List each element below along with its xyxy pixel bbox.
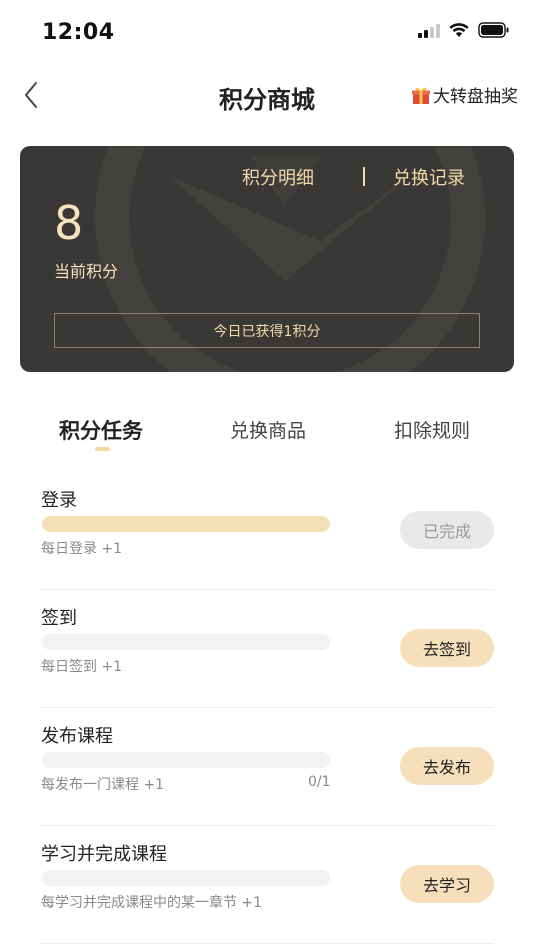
task-item-publish-course: 发布课程 每发布一门课程 +1 0/1 去发布 xyxy=(40,708,494,826)
task-description: 每学习并完成课程中的某一章节 +1 xyxy=(41,895,263,911)
task-progress-bar xyxy=(42,870,330,886)
task-title: 发布课程 xyxy=(41,726,113,747)
task-progress-fill xyxy=(42,516,330,532)
task-title: 签到 xyxy=(41,608,77,629)
task-progress-bar xyxy=(42,752,330,768)
tab-exchange-goods[interactable]: 兑换商品 xyxy=(230,416,306,443)
card-divider xyxy=(363,167,365,186)
task-item-study-course: 学习并完成课程 每学习并完成课程中的某一章节 +1 去学习 xyxy=(40,826,494,944)
task-progress-bar xyxy=(42,516,330,532)
task-description: 每日签到 +1 xyxy=(41,659,123,675)
wifi-icon xyxy=(449,23,469,37)
task-description: 每发布一门课程 +1 xyxy=(41,777,165,793)
active-tab-indicator xyxy=(95,447,110,451)
publish-button[interactable]: 去发布 xyxy=(400,747,494,785)
task-description: 每日登录 +1 xyxy=(41,541,123,557)
gift-icon xyxy=(412,87,430,104)
nav-bar: 积分商城 大转盘抽奖 xyxy=(0,64,534,126)
study-button[interactable]: 去学习 xyxy=(400,865,494,903)
checkin-button[interactable]: 去签到 xyxy=(400,629,494,667)
completed-button[interactable]: 已完成 xyxy=(400,511,494,549)
tab-deduction-rules[interactable]: 扣除规则 xyxy=(394,416,470,443)
task-title: 登录 xyxy=(41,490,77,511)
task-title: 学习并完成课程 xyxy=(41,844,167,865)
task-count: 0/1 xyxy=(308,774,331,790)
task-item-checkin: 签到 每日签到 +1 去签到 xyxy=(40,590,494,708)
points-card: 积分明细 兑换记录 8 当前积分 今日已获得1积分 xyxy=(20,146,514,372)
tab-bar: 积分任务 兑换商品 扣除规则 xyxy=(0,400,534,460)
today-earned-text: 今日已获得1积分 xyxy=(213,323,321,340)
status-bar: 12:04 xyxy=(0,0,534,64)
points-detail-link[interactable]: 积分明细 xyxy=(242,164,314,190)
status-icons xyxy=(418,22,510,38)
points-value: 8 xyxy=(54,196,84,250)
points-label: 当前积分 xyxy=(54,262,119,281)
exchange-history-link[interactable]: 兑换记录 xyxy=(393,164,465,190)
today-earned-banner: 今日已获得1积分 xyxy=(54,313,480,348)
task-item-login: 登录 每日登录 +1 已完成 xyxy=(40,472,494,590)
tab-point-tasks[interactable]: 积分任务 xyxy=(59,415,143,445)
task-progress-bar xyxy=(42,634,330,650)
status-time: 12:04 xyxy=(42,20,115,45)
cellular-signal-icon xyxy=(418,22,440,38)
lottery-label: 大转盘抽奖 xyxy=(433,87,518,107)
lottery-link[interactable]: 大转盘抽奖 xyxy=(411,82,518,107)
battery-icon xyxy=(478,22,509,38)
